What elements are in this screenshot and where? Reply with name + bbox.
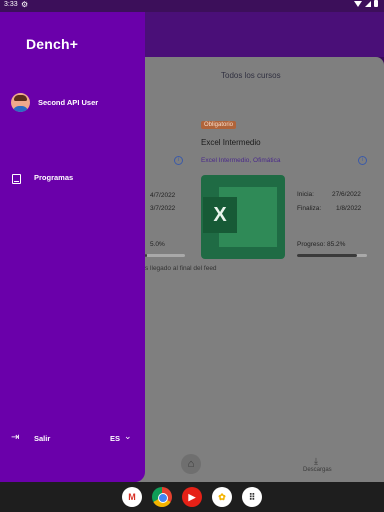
avatar-hair (14, 95, 27, 101)
photos-icon[interactable]: ✿ (212, 487, 232, 507)
signal-icon (365, 0, 371, 7)
left-card-progress-fill (145, 254, 147, 257)
info-icon[interactable]: i (174, 156, 183, 165)
tab-todos-los-cursos[interactable]: Todos los cursos (221, 71, 281, 80)
youtube-icon[interactable]: ▶ (182, 487, 202, 507)
status-icons (354, 0, 378, 7)
download-icon[interactable]: ⤓ (314, 456, 318, 467)
book-icon[interactable] (12, 174, 21, 184)
settings-status-icon: ⚙ (21, 0, 29, 9)
status-time: 3:33 (4, 1, 18, 8)
home-icon[interactable]: ⌂ (181, 454, 201, 474)
logout-icon[interactable]: ⇥ (11, 432, 19, 443)
left-card-date-end: 3/7/2022 (150, 205, 176, 212)
info-icon[interactable]: i (358, 156, 367, 165)
left-card-progress-track (145, 254, 185, 257)
progress-fill (297, 254, 357, 257)
progress-track (297, 254, 367, 257)
menu-item-programas[interactable]: Programas (34, 173, 73, 182)
progress-text: Progreso: 85.2% (297, 241, 346, 248)
language-selector[interactable]: ES (110, 434, 120, 443)
start-date: 27/6/2022 (332, 191, 361, 198)
course-subtitle: Excel Intermedio, Ofimática (201, 157, 281, 164)
end-label: Finaliza: (297, 205, 322, 212)
left-card-date-start: 4/7/2022 (150, 192, 176, 199)
system-taskbar: M ▶ ✿ ⠿ (0, 482, 384, 512)
logout-button[interactable]: Salir (34, 434, 50, 443)
left-card-progress-text: 5.0% (150, 241, 165, 248)
status-bar: 3:33 ⚙ (0, 0, 384, 12)
navigation-drawer: Dench+ Second API User Programas ⇥ Salir… (0, 12, 145, 482)
course-title: Excel Intermedio (201, 138, 261, 147)
course-thumbnail: X (201, 175, 285, 259)
app-logo: Dench+ (26, 36, 79, 52)
status-badge: Obligatorio (201, 121, 237, 129)
apps-grid-icon[interactable]: ⠿ (242, 487, 262, 507)
start-label: Inicia: (297, 191, 314, 198)
download-label[interactable]: Descargas (303, 467, 332, 473)
chevron-down-icon[interactable]: ⌄ (124, 431, 132, 442)
excel-logo: X (203, 197, 237, 233)
avatar-shirt (13, 106, 28, 112)
user-name[interactable]: Second API User (38, 98, 98, 107)
wifi-icon (354, 0, 362, 7)
chrome-icon[interactable] (152, 487, 172, 507)
end-date: 1/8/2022 (336, 205, 362, 212)
battery-icon (374, 0, 378, 7)
avatar[interactable] (11, 93, 30, 112)
gmail-icon[interactable]: M (122, 487, 142, 507)
